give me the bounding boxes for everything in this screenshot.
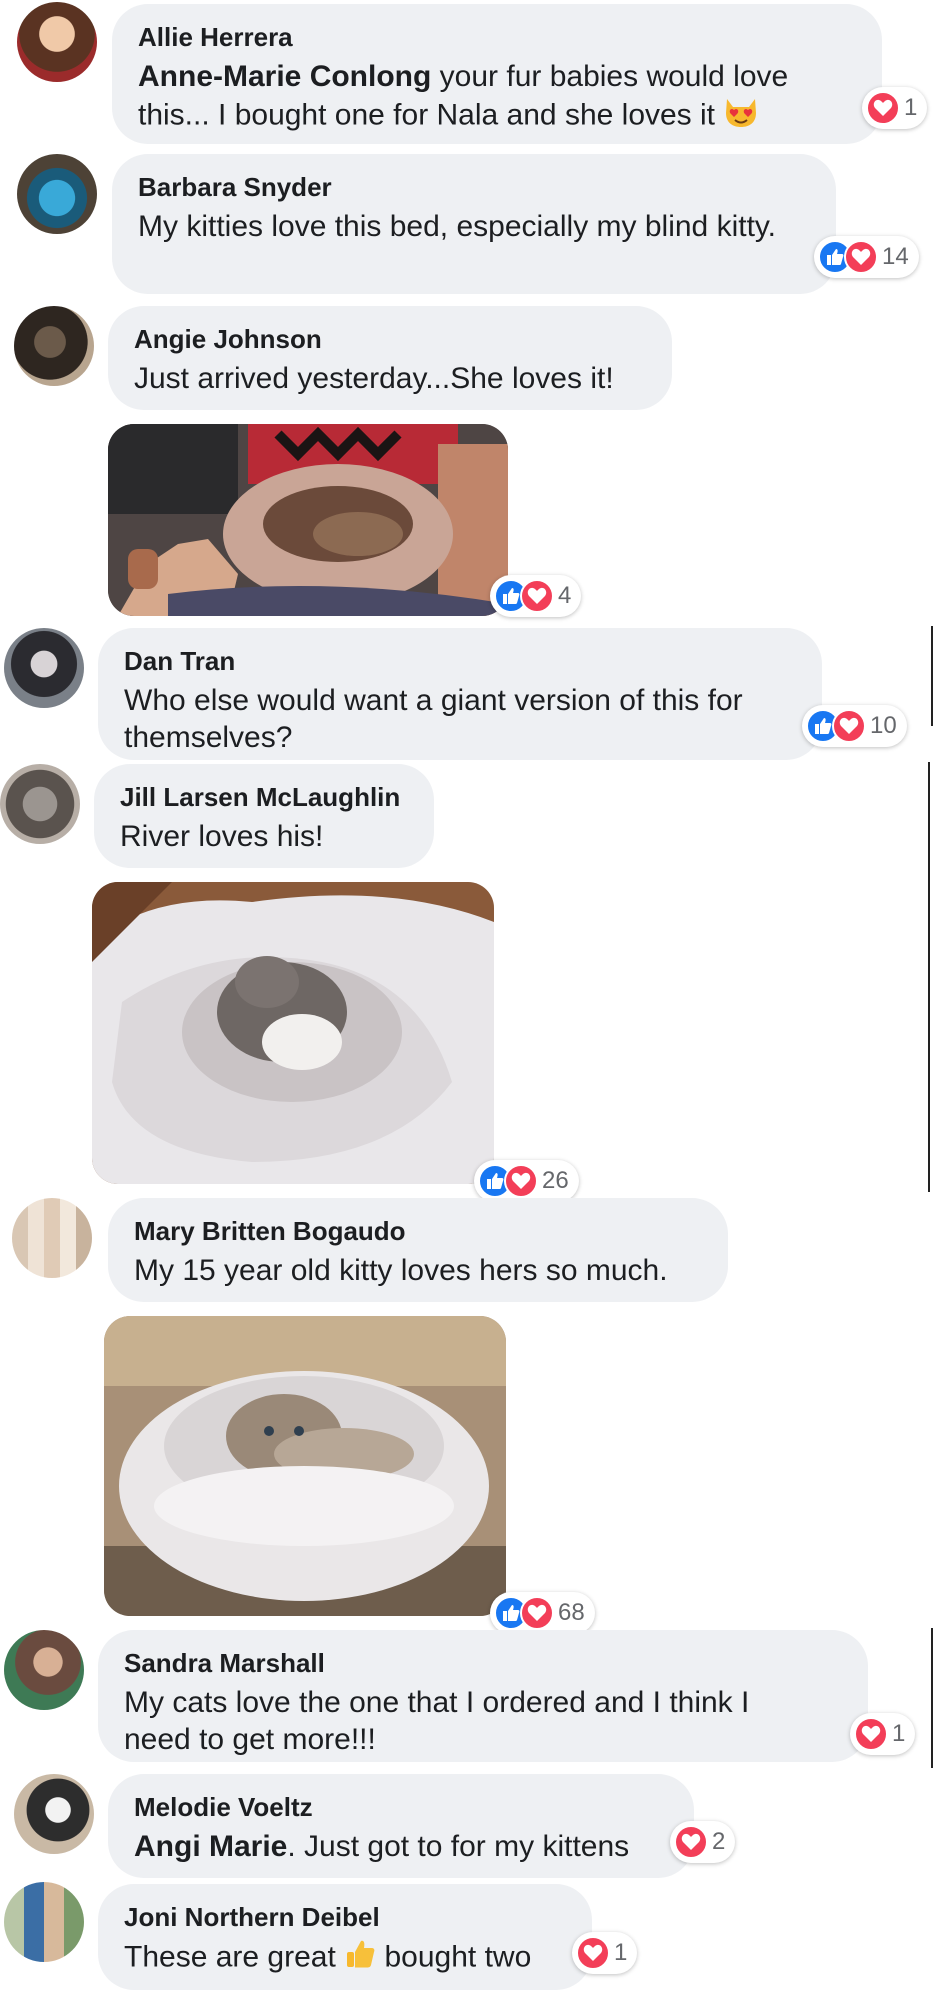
reaction-count: 4: [558, 582, 572, 609]
comment-author[interactable]: Joni Northern Deibel: [124, 1900, 564, 1934]
scroll-indicator[interactable]: [931, 626, 933, 726]
reaction-count: 10: [870, 712, 897, 739]
comment-author[interactable]: Mary Britten Bogaudo: [134, 1214, 700, 1248]
reaction-count: 14: [882, 243, 909, 270]
love-reaction-icon: [674, 1825, 708, 1859]
comment-author[interactable]: Sandra Marshall: [124, 1646, 840, 1680]
avatar[interactable]: [17, 154, 97, 234]
reactions-summary[interactable]: 1: [850, 1713, 916, 1755]
avatar[interactable]: [4, 1630, 84, 1710]
comment-text: My cats love the one that I ordered and …: [124, 1686, 750, 1756]
comment-text: Just arrived yesterday...She loves it!: [134, 362, 614, 395]
avatar[interactable]: [4, 628, 84, 708]
reaction-count: 1: [904, 94, 918, 121]
avatar[interactable]: [14, 1774, 94, 1854]
scroll-indicator[interactable]: [928, 762, 930, 1192]
comment-photo[interactable]: [104, 1316, 506, 1616]
comment-bubble: Joni Northern Deibel These are great bou…: [98, 1884, 592, 1990]
reaction-count: 26: [542, 1167, 569, 1194]
reactions-summary[interactable]: 1: [862, 87, 928, 129]
comment-bubble: Angie Johnson Just arrived yesterday...S…: [108, 306, 672, 410]
comment-author[interactable]: Barbara Snyder: [138, 170, 808, 204]
heart-eyes-cat-icon: [723, 95, 759, 138]
love-reaction-icon: [520, 1596, 554, 1630]
comment-photo[interactable]: [92, 882, 494, 1184]
thumbs-up-icon: [344, 1938, 376, 1979]
comment-bubble: Jill Larsen McLaughlin River loves his!: [94, 764, 434, 868]
comment-bubble: Melodie Voeltz Angi Marie. Just got to f…: [108, 1774, 694, 1878]
reaction-count: 1: [892, 1720, 906, 1747]
comment-photo[interactable]: [108, 424, 508, 616]
love-reaction-icon: [832, 709, 866, 743]
scroll-indicator[interactable]: [931, 1628, 933, 1768]
reactions-summary[interactable]: 1: [572, 1932, 638, 1974]
mention-link[interactable]: Angi Marie: [134, 1830, 287, 1863]
reaction-count: 68: [558, 1599, 585, 1626]
reactions-summary[interactable]: 4: [490, 575, 582, 617]
reactions-summary[interactable]: 26: [474, 1160, 579, 1202]
reactions-summary[interactable]: 14: [814, 236, 919, 278]
love-reaction-icon: [576, 1936, 610, 1970]
comment-text: Angi Marie. Just got to for my kittens: [134, 1830, 630, 1863]
comment-bubble: Allie Herrera Anne-Marie Conlong your fu…: [112, 4, 882, 144]
comment-author[interactable]: Melodie Voeltz: [134, 1790, 666, 1824]
love-reaction-icon: [844, 240, 878, 274]
siamese-cat-in-fluffy-bed-photo: [104, 1316, 506, 1616]
love-reaction-icon: [504, 1164, 538, 1198]
comment-author[interactable]: Angie Johnson: [134, 322, 644, 356]
comment-author[interactable]: Allie Herrera: [138, 20, 854, 54]
comment-text: My 15 year old kitty loves hers so much.: [134, 1254, 668, 1287]
avatar[interactable]: [17, 2, 97, 82]
comment-text: These are great bought two: [124, 1938, 564, 1979]
reaction-count: 2: [712, 1828, 726, 1855]
avatar[interactable]: [0, 764, 80, 844]
avatar[interactable]: [12, 1198, 92, 1278]
mention-link[interactable]: Anne-Marie Conlong: [138, 60, 431, 93]
comment-author[interactable]: Dan Tran: [124, 644, 794, 678]
reactions-summary[interactable]: 10: [802, 705, 907, 747]
comment-bubble: Dan Tran Who else would want a giant ver…: [98, 628, 822, 760]
comment-bubble: Barbara Snyder My kitties love this bed,…: [112, 154, 836, 294]
avatar[interactable]: [14, 306, 94, 386]
reaction-count: 1: [614, 1939, 628, 1966]
comment-bubble: Mary Britten Bogaudo My 15 year old kitt…: [108, 1198, 728, 1302]
comment-text: Anne-Marie Conlong your fur babies would…: [138, 58, 854, 138]
comment-author[interactable]: Jill Larsen McLaughlin: [120, 780, 406, 814]
love-reaction-icon: [866, 91, 900, 125]
reactions-summary[interactable]: 2: [670, 1821, 736, 1863]
reactions-summary[interactable]: 68: [490, 1592, 595, 1634]
avatar[interactable]: [4, 1882, 84, 1962]
comment-text: River loves his!: [120, 820, 324, 853]
love-reaction-icon: [854, 1717, 888, 1751]
comment-text: Who else would want a giant version of t…: [124, 684, 743, 754]
comment-text: My kitties love this bed, especially my …: [138, 210, 777, 243]
cat-in-white-fluffy-bed-photo: [92, 882, 494, 1184]
love-reaction-icon: [520, 579, 554, 613]
cat-in-pink-fluffy-bed-photo: [108, 424, 508, 616]
comment-bubble: Sandra Marshall My cats love the one tha…: [98, 1630, 868, 1762]
